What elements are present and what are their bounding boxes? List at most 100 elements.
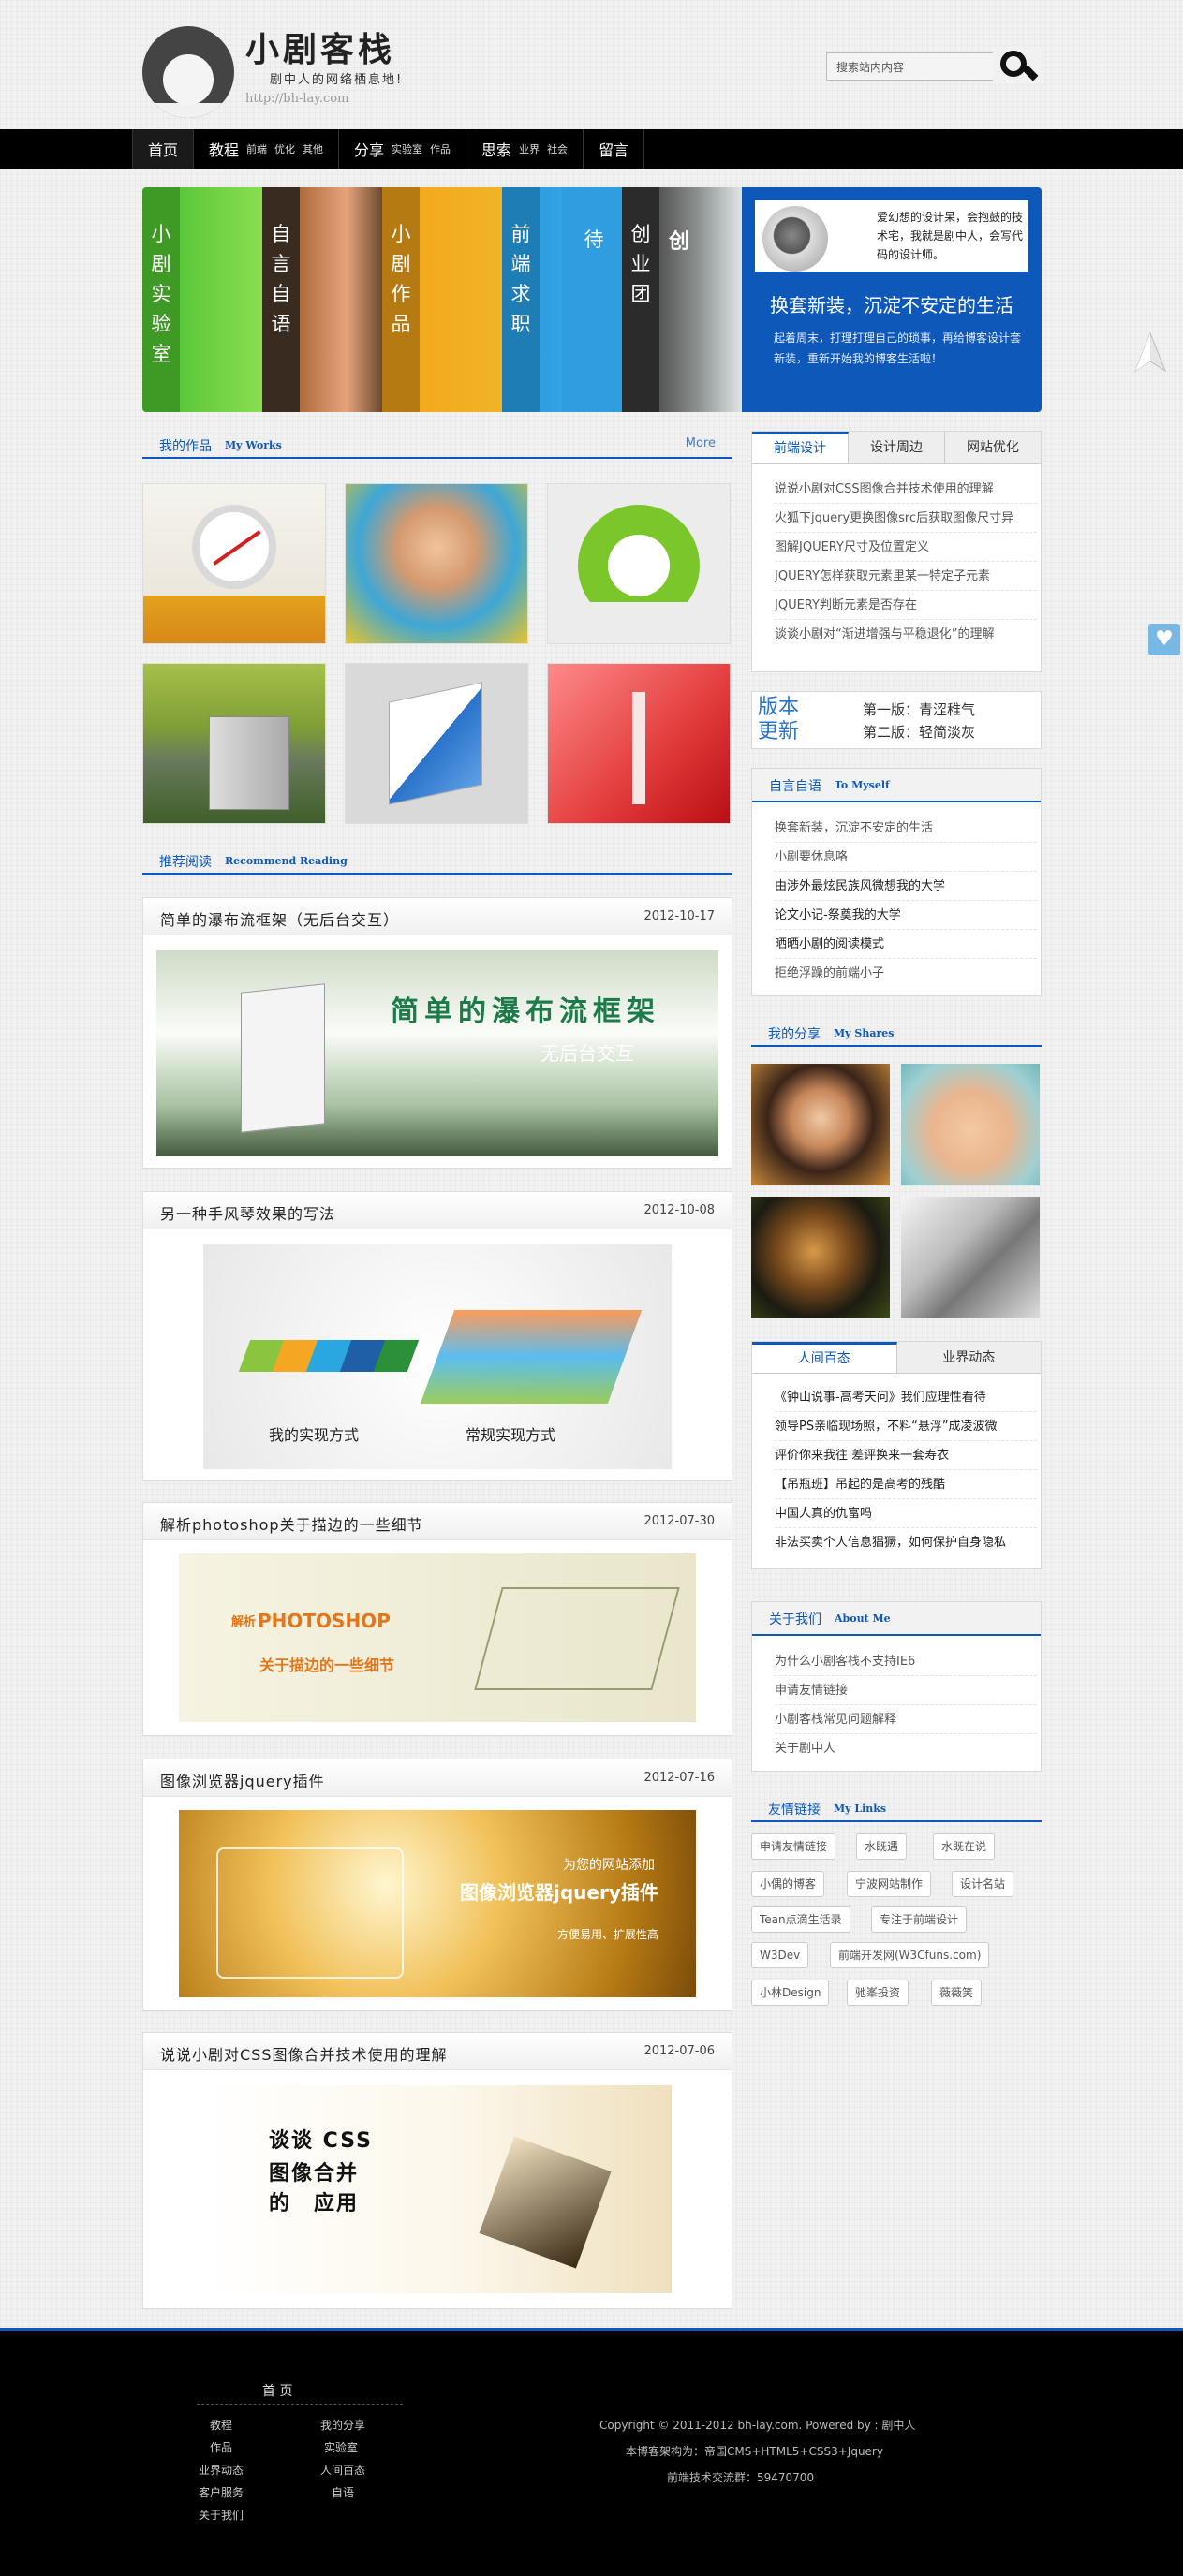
list-item[interactable]: 小剧客栈常见问题解释 bbox=[775, 1705, 1037, 1734]
nav-item-think[interactable]: 思索 业界 社会 bbox=[466, 129, 584, 169]
list-item[interactable]: 中国人真的仇富吗 bbox=[775, 1499, 1037, 1528]
footer-link[interactable]: 作品 bbox=[210, 2439, 232, 2455]
footer-link[interactable]: 我的分享 bbox=[320, 2417, 365, 2433]
nav-label[interactable]: 教程 bbox=[209, 138, 239, 160]
nav-sub-item[interactable]: 优化 bbox=[274, 141, 295, 156]
search-icon[interactable] bbox=[993, 47, 1042, 84]
list-item[interactable]: 评价你来我往 差评换来一套寿衣 bbox=[775, 1441, 1037, 1470]
article-image[interactable]: 谈谈 CSS 图像合并 的 应用 bbox=[203, 2085, 672, 2293]
friend-link[interactable]: W3Dev bbox=[751, 1942, 809, 1968]
avatar[interactable] bbox=[762, 206, 828, 272]
banner-panel[interactable]: 创业团创 bbox=[622, 187, 742, 412]
friend-link[interactable]: 宁波网站制作 bbox=[847, 1871, 932, 1897]
friend-link[interactable]: 驰峯投资 bbox=[847, 1980, 909, 2006]
list-item[interactable]: 谈谈小剧对“渐进增强与平稳退化”的理解 bbox=[775, 620, 1037, 649]
article-card[interactable]: 图像浏览器jquery插件 2012-07-16 为您的网站添加 图像浏览器jqu… bbox=[142, 1759, 732, 2011]
nav-sub-item[interactable]: 其他 bbox=[303, 141, 323, 156]
nav-sub-item[interactable]: 业界 bbox=[519, 141, 540, 156]
logo[interactable] bbox=[142, 26, 234, 118]
banner-title[interactable]: 换套新装，沉淀不安定的生活 bbox=[742, 290, 1042, 317]
friend-link[interactable]: 小偶的博客 bbox=[751, 1871, 825, 1897]
article-image[interactable]: 为您的网站添加 图像浏览器jquery插件 方便易用、扩展性高 bbox=[179, 1810, 696, 1997]
article-card[interactable]: 解析photoshop关于描边的一些细节 2012-07-30 解析 PHOTOS… bbox=[142, 1502, 732, 1736]
list-item[interactable]: 【吊瓶班】吊起的是高考的残酷 bbox=[775, 1470, 1037, 1499]
nav-label[interactable]: 留言 bbox=[599, 138, 628, 160]
article-title[interactable]: 解析photoshop关于描边的一些细节 bbox=[160, 1512, 423, 1535]
nav-item-home[interactable]: 首页 bbox=[133, 129, 195, 169]
article-card[interactable]: 简单的瀑布流框架（无后台交互） 2012-10-17 简单的瀑布流框架 无后台交互 bbox=[142, 897, 732, 1169]
list-item[interactable]: 论文小记-祭奠我的大学 bbox=[775, 901, 1037, 930]
list-item[interactable]: 关于剧中人 bbox=[775, 1734, 1037, 1763]
banner-panel[interactable]: 小剧作品 bbox=[382, 187, 502, 412]
work-thumbnail[interactable] bbox=[142, 483, 326, 644]
article-title[interactable]: 说说小剧对CSS图像合并技术使用的理解 bbox=[160, 2042, 448, 2065]
footer-link[interactable]: 自语 bbox=[332, 2484, 354, 2500]
tab-frontend[interactable]: 前端设计 bbox=[752, 432, 849, 463]
work-thumbnail[interactable] bbox=[142, 663, 326, 824]
banner-panel[interactable]: 待 bbox=[562, 187, 622, 412]
search-input[interactable]: 搜索站内内容 bbox=[826, 52, 995, 81]
footer-link[interactable]: 实验室 bbox=[324, 2439, 358, 2455]
list-item[interactable]: 由涉外最炫民族风微想我的大学 bbox=[775, 872, 1037, 901]
article-card[interactable]: 另一种手风琴效果的写法 2012-10-08 我的实现方式 常规实现方式 bbox=[142, 1191, 732, 1481]
work-thumbnail[interactable] bbox=[547, 663, 731, 824]
friend-link[interactable]: 薇薇笑 bbox=[931, 1980, 983, 2006]
banner-panel[interactable]: 自言自语 bbox=[262, 187, 382, 412]
footer-home-link[interactable]: 首 页 bbox=[262, 2381, 292, 2400]
nav-label[interactable]: 思索 bbox=[481, 138, 511, 160]
article-image[interactable]: 解析 PHOTOSHOP 关于描边的一些细节 bbox=[179, 1553, 696, 1722]
list-item[interactable]: 《钟山说事-高考天问》我们应理性看待 bbox=[775, 1383, 1037, 1412]
friend-link[interactable]: Tean点滴生活录 bbox=[751, 1906, 850, 1933]
tab-design[interactable]: 设计周边 bbox=[849, 432, 945, 463]
article-card[interactable]: 说说小剧对CSS图像合并技术使用的理解 2012-07-06 谈谈 CSS 图像合… bbox=[142, 2032, 732, 2309]
work-thumbnail[interactable] bbox=[345, 483, 528, 644]
share-photo[interactable] bbox=[751, 1197, 890, 1318]
version-item[interactable]: 第一版：青涩稚气 bbox=[863, 699, 975, 719]
list-item[interactable]: 晒晒小剧的阅读模式 bbox=[775, 930, 1037, 959]
tab-industry[interactable]: 业界动态 bbox=[897, 1342, 1042, 1373]
site-title[interactable]: 小剧客栈 bbox=[245, 22, 395, 71]
work-thumbnail[interactable] bbox=[547, 483, 731, 644]
list-item[interactable]: JQUERY判断元素是否存在 bbox=[775, 591, 1037, 620]
nav-label[interactable]: 分享 bbox=[354, 138, 384, 160]
list-item[interactable]: 非法买卖个人信息猖獗，如何保护自身隐私 bbox=[775, 1528, 1037, 1557]
nav-sub-item[interactable]: 实验室 bbox=[392, 141, 422, 156]
friend-link[interactable]: 水既在说 bbox=[933, 1833, 996, 1860]
friend-link[interactable]: 前端开发网(W3Cfuns.com) bbox=[830, 1942, 990, 1968]
list-item[interactable]: 申请友情链接 bbox=[775, 1676, 1037, 1705]
list-item[interactable]: 为什么小剧客栈不支持IE6 bbox=[775, 1647, 1037, 1676]
footer-link[interactable]: 人间百态 bbox=[320, 2462, 365, 2478]
share-photo[interactable] bbox=[901, 1197, 1040, 1318]
nav-sub-item[interactable]: 作品 bbox=[430, 141, 451, 156]
nav-sub-item[interactable]: 社会 bbox=[547, 141, 568, 156]
more-link[interactable]: More bbox=[686, 436, 716, 450]
list-item[interactable]: 换套新装，沉淀不安定的生活 bbox=[775, 814, 1037, 843]
friend-link[interactable]: 水既遇 bbox=[856, 1833, 908, 1860]
article-image[interactable]: 我的实现方式 常规实现方式 bbox=[203, 1244, 672, 1469]
nav-item-tutorial[interactable]: 教程 前端 优化 其他 bbox=[194, 129, 340, 169]
work-thumbnail[interactable] bbox=[345, 663, 528, 824]
article-title[interactable]: 简单的瀑布流框架（无后台交互） bbox=[160, 907, 399, 930]
nav-sub-item[interactable]: 前端 bbox=[246, 141, 267, 156]
friend-link[interactable]: 设计名站 bbox=[952, 1871, 1014, 1897]
list-item[interactable]: JQUERY怎样获取元素里某一特定子元素 bbox=[775, 562, 1037, 591]
friend-link[interactable]: 申请友情链接 bbox=[751, 1833, 836, 1860]
article-image[interactable]: 简单的瀑布流框架 无后台交互 bbox=[156, 950, 718, 1156]
list-item[interactable]: 说说小剧对CSS图像合并技术使用的理解 bbox=[775, 475, 1037, 504]
list-item[interactable]: 小剧要休息咯 bbox=[775, 843, 1037, 872]
friend-link[interactable]: 小林Design bbox=[751, 1980, 830, 2006]
list-item[interactable]: 拒绝浮躁的前端小子 bbox=[775, 959, 1037, 988]
banner-panel[interactable]: 小剧实验室 bbox=[142, 187, 262, 412]
list-item[interactable]: 火狐下jquery更换图像src后获取图像尺寸异 bbox=[775, 504, 1037, 533]
footer-link[interactable]: 关于我们 bbox=[199, 2507, 244, 2523]
article-title[interactable]: 另一种手风琴效果的写法 bbox=[160, 1201, 335, 1224]
version-item[interactable]: 第二版：轻简淡灰 bbox=[863, 722, 975, 742]
tab-society[interactable]: 人间百态 bbox=[752, 1342, 897, 1373]
share-photo[interactable] bbox=[901, 1064, 1040, 1185]
list-item[interactable]: 领导PS亲临现场照，不料“悬浮”成凌波微 bbox=[775, 1412, 1037, 1441]
tab-optimize[interactable]: 网站优化 bbox=[945, 432, 1041, 463]
nav-label[interactable]: 首页 bbox=[148, 138, 178, 160]
footer-link[interactable]: 教程 bbox=[210, 2417, 232, 2433]
friend-link[interactable]: 专注于前端设计 bbox=[871, 1906, 968, 1933]
share-photo[interactable] bbox=[751, 1064, 890, 1185]
